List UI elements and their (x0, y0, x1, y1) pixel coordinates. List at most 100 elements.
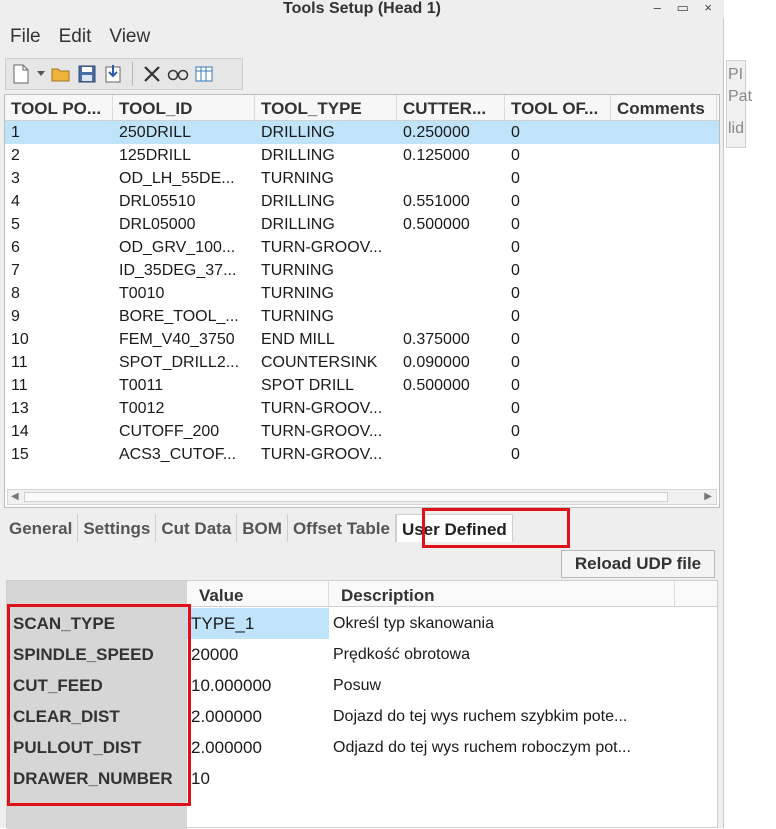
col-tool-type[interactable]: TOOL_TYPE (255, 95, 397, 120)
columns-icon[interactable] (193, 63, 215, 85)
col-value[interactable]: Value (187, 581, 329, 606)
side-text-1: PI (728, 66, 744, 83)
cell-cutter: 0.250000 (403, 123, 470, 141)
udp-param-value[interactable]: TYPE_1 (187, 608, 329, 639)
reload-udp-button[interactable]: Reload UDP file (561, 550, 715, 578)
table-row[interactable]: 9 BORE_TOOL_... TURNING 0 (5, 305, 719, 328)
tab-cut-data[interactable]: Cut Data (156, 514, 238, 542)
udp-table-header: Value Description (187, 581, 717, 607)
tab-bom[interactable]: BOM (237, 514, 288, 542)
background-app-fragment: PI Pat lid (726, 0, 776, 828)
cell-cutter: 0.500000 (403, 376, 470, 394)
close-button[interactable]: × (704, 0, 718, 15)
table-row[interactable]: 8 T0010 TURNING 0 (5, 282, 719, 305)
title-bar[interactable]: Tools Setup (Head 1) – ▭ × (0, 0, 724, 18)
col-description[interactable]: Description (329, 581, 675, 606)
cell-tool-id: ACS3_CUTOF... (119, 445, 237, 463)
new-document-icon[interactable] (10, 63, 32, 85)
cell-offset: 0 (511, 215, 520, 233)
cell-tool-type: SPOT DRILL (261, 376, 355, 394)
udp-param-value[interactable]: 2.000000 (187, 701, 329, 732)
cell-offset: 0 (511, 330, 520, 348)
tools-setup-window: Tools Setup (Head 1) – ▭ × File Edit Vie… (0, 0, 724, 829)
tab-offset-table[interactable]: Offset Table (288, 514, 396, 542)
scroll-thumb[interactable] (24, 492, 668, 502)
horizontal-scrollbar[interactable]: ◀ ▶ (7, 489, 717, 505)
dropdown-arrow-icon[interactable] (36, 63, 46, 85)
cell-tool-type: DRILLING (261, 146, 335, 164)
save-icon[interactable] (76, 63, 98, 85)
import-icon[interactable] (102, 63, 124, 85)
cell-tool-type: COUNTERSINK (261, 353, 378, 371)
cell-tool-id: DRL05510 (119, 192, 196, 210)
table-row[interactable]: 2 125DRILL DRILLING 0.125000 0 (5, 144, 719, 167)
udp-param-value[interactable]: 20000 (187, 639, 329, 670)
col-tool-position[interactable]: TOOL PO... (5, 95, 113, 120)
col-comments[interactable]: Comments (611, 95, 717, 120)
cell-tool-type: TURN-GROOV... (261, 422, 383, 440)
cell-tool-id: BORE_TOOL_... (119, 307, 239, 325)
scroll-right-icon[interactable]: ▶ (704, 490, 712, 504)
tab-general[interactable]: General (4, 514, 79, 542)
preview-icon[interactable] (167, 63, 189, 85)
udp-param-value[interactable]: 10 (187, 763, 329, 794)
menu-edit[interactable]: Edit (59, 26, 92, 52)
parameter-names-highlight-box (7, 604, 191, 806)
delete-icon[interactable] (141, 63, 163, 85)
menu-file[interactable]: File (10, 26, 41, 52)
table-row[interactable]: 1 250DRILL DRILLING 0.250000 0 (5, 121, 719, 144)
cell-tool-type: TURN-GROOV... (261, 399, 383, 417)
minimize-button[interactable]: – (654, 0, 667, 15)
table-row[interactable]: 11 T0011 SPOT DRILL 0.500000 0 (5, 374, 719, 397)
udp-param-value[interactable]: 2.000000 (187, 732, 329, 763)
cell-cutter: 0.375000 (403, 330, 470, 348)
cell-offset: 0 (511, 376, 520, 394)
cell-offset: 0 (511, 353, 520, 371)
cell-tool-id: 125DRILL (119, 146, 192, 164)
cell-offset: 0 (511, 123, 520, 141)
udp-param-description: Określ typ skanowania (333, 614, 494, 632)
table-row[interactable]: 5 DRL05000 DRILLING 0.500000 0 (5, 213, 719, 236)
open-folder-icon[interactable] (50, 63, 72, 85)
table-row[interactable]: 3 OD_LH_55DE... TURNING 0 (5, 167, 719, 190)
cell-tool-type: END MILL (261, 330, 335, 348)
tools-table-header: TOOL PO... TOOL_ID TOOL_TYPE CUTTER... T… (5, 95, 719, 121)
tab-settings[interactable]: Settings (78, 514, 157, 542)
table-row[interactable]: 7 ID_35DEG_37... TURNING 0 (5, 259, 719, 282)
table-row[interactable]: 6 OD_GRV_100... TURN-GROOV... 0 (5, 236, 719, 259)
tools-table-body: 1 250DRILL DRILLING 0.250000 0 2 125DRILL DRILL… (5, 121, 719, 466)
menu-view[interactable]: View (109, 26, 150, 52)
table-row[interactable]: 13 T0012 TURN-GROOV... 0 (5, 397, 719, 420)
scroll-left-icon[interactable]: ◀ (11, 490, 19, 504)
cell-offset: 0 (511, 445, 520, 463)
cell-position: 14 (11, 422, 29, 440)
side-text-3: lid (728, 120, 745, 137)
side-text-2: Pat (728, 88, 753, 105)
cell-position: 7 (11, 261, 20, 279)
table-row[interactable]: 10 FEM_V40_3750 END MILL 0.375000 0 (5, 328, 719, 351)
cell-position: 3 (11, 169, 20, 187)
cell-position: 11 (11, 353, 28, 371)
table-row[interactable]: 11 SPOT_DRILL2... COUNTERSINK 0.090000 0 (5, 351, 719, 374)
window-controls: – ▭ × (654, 0, 718, 16)
toolbar (5, 58, 243, 90)
udp-param-description: Prędkość obrotowa (333, 645, 470, 663)
table-row[interactable]: 15 ACS3_CUTOF... TURN-GROOV... 0 (5, 443, 719, 466)
maximize-button[interactable]: ▭ (676, 0, 694, 15)
cell-tool-id: SPOT_DRILL2... (119, 353, 240, 371)
table-row[interactable]: 14 CUTOFF_200 TURN-GROOV... 0 (5, 420, 719, 443)
cell-tool-id: OD_LH_55DE... (119, 169, 235, 187)
table-row[interactable]: 4 DRL05510 DRILLING 0.551000 0 (5, 190, 719, 213)
cell-offset: 0 (511, 307, 520, 325)
cell-cutter: 0.500000 (403, 215, 470, 233)
cell-position: 2 (11, 146, 20, 164)
col-tool-id[interactable]: TOOL_ID (113, 95, 255, 120)
cell-tool-type: TURN-GROOV... (261, 445, 383, 463)
col-tool-offset[interactable]: TOOL OF... (505, 95, 611, 120)
udp-param-value[interactable]: 10.000000 (187, 670, 329, 701)
cell-tool-id: OD_GRV_100... (119, 238, 236, 256)
col-cutter[interactable]: CUTTER... (397, 95, 505, 120)
cell-offset: 0 (511, 284, 520, 302)
cell-position: 11 (11, 376, 28, 394)
cell-position: 10 (11, 330, 29, 348)
